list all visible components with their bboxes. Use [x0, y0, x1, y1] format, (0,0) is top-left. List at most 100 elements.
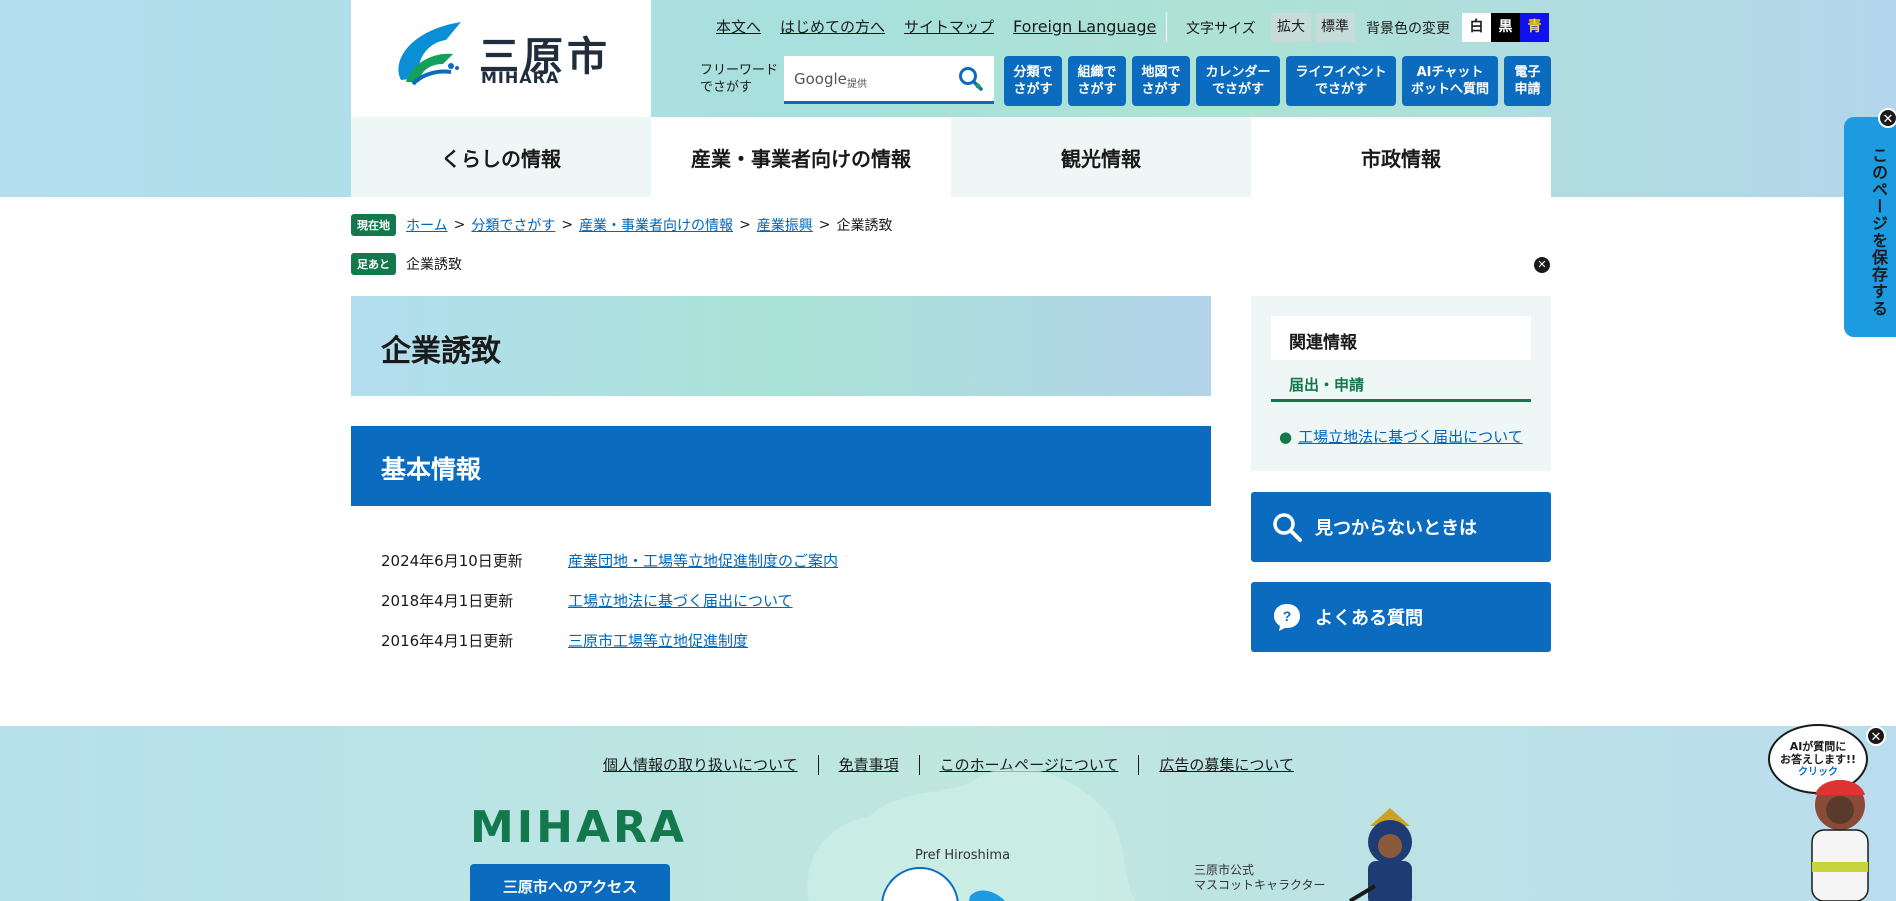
freeword-label: フリーワード でさがす	[700, 62, 778, 96]
nav-btn-line: でさがす	[1211, 82, 1264, 97]
breadcrumb-industry[interactable]: 産業振興	[757, 215, 813, 235]
page-title: 企業誘致	[381, 334, 501, 369]
nav-btn-line: でさがす	[1314, 82, 1367, 97]
e-application-button[interactable]: 電子 申請	[1504, 56, 1551, 106]
freeword-label-line2: でさがす	[700, 80, 753, 95]
gnav-tourism[interactable]: 観光情報	[951, 117, 1251, 197]
update-link[interactable]: 三原市工場等立地促進制度	[568, 630, 748, 651]
font-size-normal-button[interactable]: 標準	[1315, 13, 1355, 42]
foreign-language-link[interactable]: Foreign Language	[1013, 17, 1156, 36]
list-item: 2018年4月1日更新 工場立地法に基づく届出について	[381, 580, 838, 620]
bg-white-button[interactable]: 白	[1462, 13, 1491, 42]
breadcrumb-current: 企業誘致	[836, 218, 893, 234]
question-bubble-icon: ?	[1271, 601, 1303, 633]
google-label: Google	[794, 70, 847, 88]
related-subheading: 届出・申請	[1271, 372, 1531, 402]
list-item: 2016年4月1日更新 三原市工場等立地促進制度	[381, 620, 838, 660]
update-link[interactable]: 工場立地法に基づく届出について	[568, 590, 793, 611]
search-by-life-event-button[interactable]: ライフイベント でさがす	[1286, 56, 1396, 106]
global-nav: くらしの情報 産業・事業者向けの情報 観光情報 市政情報	[351, 117, 1551, 197]
save-tab-close-icon[interactable]: ✕	[1878, 108, 1896, 128]
mascot-image	[1348, 808, 1412, 901]
mascot-label-line1: 三原市公式	[1194, 863, 1255, 877]
footprint-close-icon[interactable]: ✕	[1534, 257, 1550, 273]
breadcrumb-home[interactable]: ホーム	[406, 215, 448, 235]
search-by-map-button[interactable]: 地図で さがす	[1132, 56, 1190, 106]
access-button[interactable]: 三原市へのアクセス	[470, 864, 670, 901]
nav-btn-line: 申請	[1514, 82, 1541, 97]
list-item: 2024年6月10日更新 産業団地・工場等立地促進制度のご案内	[381, 540, 838, 580]
sitemap-link[interactable]: サイトマップ	[904, 16, 994, 37]
related-link[interactable]: 工場立地法に基づく届出について	[1298, 428, 1523, 446]
nav-btn-line: カレンダー	[1205, 65, 1271, 80]
update-date: 2016年4月1日更新	[381, 631, 514, 650]
ai-chatbot-button[interactable]: AIチャット ボットへ質問	[1402, 56, 1498, 106]
breadcrumb: 現在地 ホーム > 分類でさがす > 産業・事業者向けの情報 > 産業振興 > …	[351, 214, 893, 236]
search-by-category-button[interactable]: 分類で さがす	[1004, 56, 1062, 106]
breadcrumb-business[interactable]: 産業・事業者向けの情報	[579, 215, 733, 235]
nav-btn-line: 地図で	[1141, 65, 1181, 80]
font-size-label: 文字サイズ	[1186, 21, 1256, 37]
bullet-icon: ●	[1279, 428, 1293, 446]
google-provided-label: 提供	[847, 79, 867, 90]
gnav-living[interactable]: くらしの情報	[351, 117, 651, 197]
search-icon[interactable]	[958, 66, 984, 96]
first-visitors-link[interactable]: はじめての方へ	[780, 16, 885, 37]
nav-btn-line: 分類で	[1013, 65, 1053, 80]
ai-helper-line1: AIが質問に	[1789, 740, 1847, 753]
not-found-label: 見つからないときは	[1315, 518, 1477, 539]
not-found-button[interactable]: 見つからないときは	[1251, 492, 1551, 562]
nav-btn-line: ライフイベント	[1295, 65, 1387, 80]
divider	[1166, 12, 1167, 42]
nav-btn-line: 組織で	[1077, 65, 1117, 80]
search-by-calendar-button[interactable]: カレンダー でさがす	[1196, 56, 1280, 106]
ai-helper-close-icon[interactable]: ✕	[1866, 726, 1886, 746]
svg-text:?: ?	[1283, 608, 1292, 624]
current-location-tag: 現在地	[351, 214, 396, 236]
related-item: ● 工場立地法に基づく届出について	[1279, 426, 1523, 447]
nav-btn-line: AIチャット	[1416, 65, 1484, 80]
save-page-tab[interactable]: このページを保存する	[1844, 117, 1896, 337]
mascot-label: 三原市公式 マスコットキャラクター	[1194, 863, 1326, 893]
freeword-label-line1: フリーワード	[700, 63, 779, 78]
update-date: 2018年4月1日更新	[381, 591, 514, 610]
privacy-link[interactable]: 個人情報の取り扱いについて	[603, 754, 798, 775]
faq-button[interactable]: ? よくある質問	[1251, 582, 1551, 652]
section-heading: 基本情報	[351, 426, 1211, 506]
footer-logo: MIHARA	[470, 802, 687, 853]
ads-link[interactable]: 広告の募集について	[1159, 754, 1294, 775]
update-date: 2024年6月10日更新	[381, 551, 523, 570]
footprint: 足あと 企業誘致	[351, 253, 462, 275]
map-graphic	[807, 768, 1136, 901]
gnav-business[interactable]: 産業・事業者向けの情報	[651, 117, 951, 197]
mascot-label-line2: マスコットキャラクター	[1194, 878, 1326, 892]
faq-label: よくある質問	[1315, 608, 1423, 629]
save-page-label: このページを保存する	[1869, 147, 1888, 317]
update-list: 2024年6月10日更新 産業団地・工場等立地促進制度のご案内 2018年4月1…	[381, 540, 838, 660]
pref-label: Pref Hiroshima	[915, 848, 1011, 863]
site-logo[interactable]: 三原市 MIHARA	[351, 0, 651, 117]
gnav-city-admin[interactable]: 市政情報	[1251, 117, 1551, 197]
footprint-item[interactable]: 企業誘致	[406, 254, 462, 274]
ai-helper-character[interactable]	[1790, 770, 1890, 901]
footer: 個人情報の取り扱いについて 免責事項 このホームページについて 広告の募集につい…	[0, 726, 1896, 901]
search-input[interactable]: Google 提供	[784, 56, 994, 104]
nav-btn-line: ボットへ質問	[1410, 82, 1489, 97]
update-link[interactable]: 産業団地・工場等立地促進制度のご案内	[568, 550, 838, 571]
breadcrumb-separator: >	[561, 217, 574, 233]
search-by-org-button[interactable]: 組織で さがす	[1068, 56, 1126, 106]
bg-blue-button[interactable]: 青	[1520, 13, 1549, 42]
font-size-large-button[interactable]: 拡大	[1271, 13, 1311, 42]
nav-btn-line: さがす	[1013, 82, 1053, 97]
search-icon	[1271, 511, 1303, 543]
related-info-panel: 関連情報 届出・申請 ● 工場立地法に基づく届出について	[1251, 296, 1551, 471]
nav-btn-line: さがす	[1141, 82, 1181, 97]
breadcrumb-category[interactable]: 分類でさがす	[471, 215, 555, 235]
breadcrumb-separator: >	[818, 217, 831, 233]
breadcrumb-separator: >	[453, 217, 466, 233]
bg-color-label: 背景色の変更	[1366, 21, 1450, 37]
skip-to-content-link[interactable]: 本文へ	[716, 16, 761, 37]
nav-btn-line: さがす	[1077, 82, 1117, 97]
bg-black-button[interactable]: 黒	[1491, 13, 1520, 42]
nav-btn-line: 電子	[1514, 65, 1541, 80]
